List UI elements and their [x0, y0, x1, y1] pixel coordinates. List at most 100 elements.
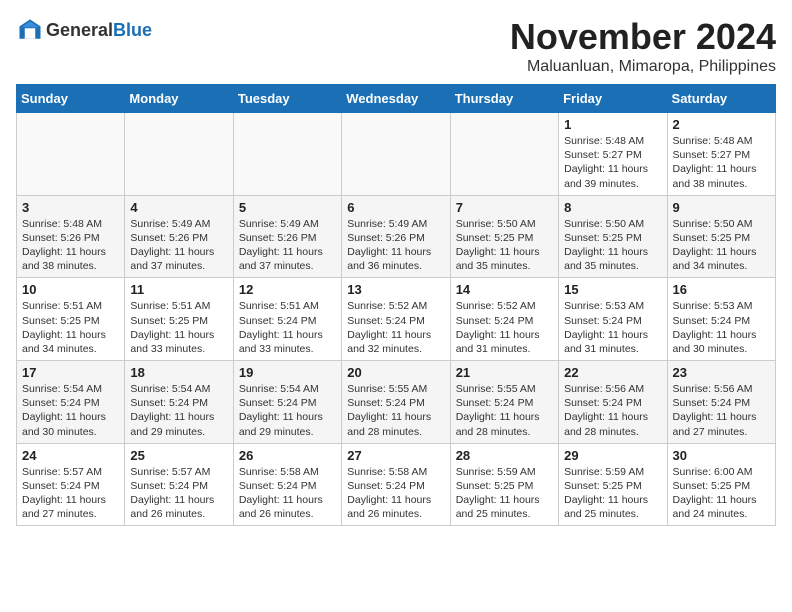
- day-info: Sunrise: 5:55 AM Sunset: 5:24 PM Dayligh…: [456, 382, 553, 439]
- calendar-week-row: 24 Sunrise: 5:57 AM Sunset: 5:24 PM Dayli…: [17, 443, 776, 526]
- logo: GeneralBlue: [16, 16, 152, 44]
- table-row: 16Sunrise: 5:53 AM Sunset: 5:24 PM Dayli…: [667, 278, 775, 361]
- day-info: Sunrise: 5:51 AM Sunset: 5:25 PM Dayligh…: [130, 299, 227, 356]
- table-row: 13 Sunrise: 5:52 AM Sunset: 5:24 PM Dayli…: [342, 278, 450, 361]
- table-row: [125, 113, 233, 196]
- table-row: 15 Sunrise: 5:53 AM Sunset: 5:24 PM Dayli…: [559, 278, 667, 361]
- day-info: Sunrise: 5:49 AM Sunset: 5:26 PM Dayligh…: [239, 217, 336, 274]
- day-number: 17: [22, 365, 119, 380]
- day-info: Sunrise: 5:51 AM Sunset: 5:24 PM Dayligh…: [239, 299, 336, 356]
- day-info: Sunrise: 5:56 AM Sunset: 5:24 PM Dayligh…: [564, 382, 661, 439]
- day-info: Sunrise: 5:50 AM Sunset: 5:25 PM Dayligh…: [673, 217, 770, 274]
- table-row: 23Sunrise: 5:56 AM Sunset: 5:24 PM Dayli…: [667, 361, 775, 444]
- calendar-table: Sunday Monday Tuesday Wednesday Thursday…: [16, 84, 776, 526]
- day-number: 20: [347, 365, 444, 380]
- day-number: 24: [22, 448, 119, 463]
- day-info: Sunrise: 5:52 AM Sunset: 5:24 PM Dayligh…: [347, 299, 444, 356]
- day-number: 2: [673, 117, 770, 132]
- day-info: Sunrise: 5:49 AM Sunset: 5:26 PM Dayligh…: [130, 217, 227, 274]
- day-info: Sunrise: 5:57 AM Sunset: 5:24 PM Dayligh…: [22, 465, 119, 522]
- table-row: 30 Sunrise: 6:00 AM Sunset: 5:25 PM Dayli…: [667, 443, 775, 526]
- table-row: 22 Sunrise: 5:56 AM Sunset: 5:24 PM Dayli…: [559, 361, 667, 444]
- table-row: 11 Sunrise: 5:51 AM Sunset: 5:25 PM Dayli…: [125, 278, 233, 361]
- day-info: Sunrise: 5:58 AM Sunset: 5:24 PM Dayligh…: [239, 465, 336, 522]
- table-row: 8 Sunrise: 5:50 AM Sunset: 5:25 PM Daylig…: [559, 195, 667, 278]
- day-number: 14: [456, 282, 553, 297]
- table-row: 18 Sunrise: 5:54 AM Sunset: 5:24 PM Dayli…: [125, 361, 233, 444]
- day-info: Sunrise: 5:48 AM Sunset: 5:26 PM Dayligh…: [22, 217, 119, 274]
- day-info: Sunrise: 5:53 AM Sunset: 5:24 PM Dayligh…: [673, 299, 770, 356]
- calendar-week-row: 10Sunrise: 5:51 AM Sunset: 5:25 PM Dayli…: [17, 278, 776, 361]
- table-row: 27 Sunrise: 5:58 AM Sunset: 5:24 PM Dayli…: [342, 443, 450, 526]
- day-info: Sunrise: 5:57 AM Sunset: 5:24 PM Dayligh…: [130, 465, 227, 522]
- table-row: 12Sunrise: 5:51 AM Sunset: 5:24 PM Dayli…: [233, 278, 341, 361]
- day-number: 27: [347, 448, 444, 463]
- day-info: Sunrise: 5:54 AM Sunset: 5:24 PM Dayligh…: [22, 382, 119, 439]
- day-number: 22: [564, 365, 661, 380]
- day-number: 28: [456, 448, 553, 463]
- table-row: [233, 113, 341, 196]
- col-monday: Monday: [125, 85, 233, 113]
- col-saturday: Saturday: [667, 85, 775, 113]
- day-info: Sunrise: 5:58 AM Sunset: 5:24 PM Dayligh…: [347, 465, 444, 522]
- day-number: 15: [564, 282, 661, 297]
- table-row: 10Sunrise: 5:51 AM Sunset: 5:25 PM Dayli…: [17, 278, 125, 361]
- day-number: 6: [347, 200, 444, 215]
- day-number: 9: [673, 200, 770, 215]
- day-number: 18: [130, 365, 227, 380]
- day-number: 1: [564, 117, 661, 132]
- logo-general: General: [46, 20, 113, 40]
- day-number: 19: [239, 365, 336, 380]
- table-row: 29 Sunrise: 5:59 AM Sunset: 5:25 PM Dayli…: [559, 443, 667, 526]
- table-row: 4 Sunrise: 5:49 AM Sunset: 5:26 PM Daylig…: [125, 195, 233, 278]
- calendar-header-row: Sunday Monday Tuesday Wednesday Thursday…: [17, 85, 776, 113]
- day-number: 5: [239, 200, 336, 215]
- table-row: 20Sunrise: 5:55 AM Sunset: 5:24 PM Dayli…: [342, 361, 450, 444]
- day-number: 8: [564, 200, 661, 215]
- day-number: 29: [564, 448, 661, 463]
- table-row: 26 Sunrise: 5:58 AM Sunset: 5:24 PM Dayli…: [233, 443, 341, 526]
- day-number: 3: [22, 200, 119, 215]
- calendar-week-row: 3 Sunrise: 5:48 AM Sunset: 5:26 PM Daylig…: [17, 195, 776, 278]
- calendar-week-row: 17 Sunrise: 5:54 AM Sunset: 5:24 PM Dayli…: [17, 361, 776, 444]
- title-block: November 2024 Maluanluan, Mimaropa, Phil…: [510, 16, 776, 76]
- table-row: 7Sunrise: 5:50 AM Sunset: 5:25 PM Daylig…: [450, 195, 558, 278]
- location-subtitle: Maluanluan, Mimaropa, Philippines: [510, 58, 776, 76]
- day-info: Sunrise: 5:53 AM Sunset: 5:24 PM Dayligh…: [564, 299, 661, 356]
- day-number: 13: [347, 282, 444, 297]
- day-number: 30: [673, 448, 770, 463]
- table-row: 2 Sunrise: 5:48 AM Sunset: 5:27 PM Daylig…: [667, 113, 775, 196]
- day-number: 26: [239, 448, 336, 463]
- day-info: Sunrise: 5:50 AM Sunset: 5:25 PM Dayligh…: [564, 217, 661, 274]
- day-info: Sunrise: 5:59 AM Sunset: 5:25 PM Dayligh…: [564, 465, 661, 522]
- col-tuesday: Tuesday: [233, 85, 341, 113]
- table-row: 9 Sunrise: 5:50 AM Sunset: 5:25 PM Daylig…: [667, 195, 775, 278]
- page-header: GeneralBlue November 2024 Maluanluan, Mi…: [16, 16, 776, 76]
- month-year-title: November 2024: [510, 16, 776, 58]
- col-friday: Friday: [559, 85, 667, 113]
- table-row: 28 Sunrise: 5:59 AM Sunset: 5:25 PM Dayli…: [450, 443, 558, 526]
- col-sunday: Sunday: [17, 85, 125, 113]
- table-row: 6 Sunrise: 5:49 AM Sunset: 5:26 PM Daylig…: [342, 195, 450, 278]
- logo-blue: Blue: [113, 20, 152, 40]
- table-row: 21 Sunrise: 5:55 AM Sunset: 5:24 PM Dayli…: [450, 361, 558, 444]
- day-info: Sunrise: 5:59 AM Sunset: 5:25 PM Dayligh…: [456, 465, 553, 522]
- day-info: Sunrise: 6:00 AM Sunset: 5:25 PM Dayligh…: [673, 465, 770, 522]
- table-row: 25Sunrise: 5:57 AM Sunset: 5:24 PM Dayli…: [125, 443, 233, 526]
- table-row: 14Sunrise: 5:52 AM Sunset: 5:24 PM Dayli…: [450, 278, 558, 361]
- day-info: Sunrise: 5:54 AM Sunset: 5:24 PM Dayligh…: [239, 382, 336, 439]
- table-row: [17, 113, 125, 196]
- day-info: Sunrise: 5:49 AM Sunset: 5:26 PM Dayligh…: [347, 217, 444, 274]
- day-info: Sunrise: 5:54 AM Sunset: 5:24 PM Dayligh…: [130, 382, 227, 439]
- day-number: 11: [130, 282, 227, 297]
- calendar-week-row: 1 Sunrise: 5:48 AM Sunset: 5:27 PM Daylig…: [17, 113, 776, 196]
- day-info: Sunrise: 5:51 AM Sunset: 5:25 PM Dayligh…: [22, 299, 119, 356]
- day-info: Sunrise: 5:48 AM Sunset: 5:27 PM Dayligh…: [673, 134, 770, 191]
- day-number: 21: [456, 365, 553, 380]
- day-number: 4: [130, 200, 227, 215]
- day-info: Sunrise: 5:56 AM Sunset: 5:24 PM Dayligh…: [673, 382, 770, 439]
- table-row: 3 Sunrise: 5:48 AM Sunset: 5:26 PM Daylig…: [17, 195, 125, 278]
- table-row: [450, 113, 558, 196]
- logo-icon: [16, 16, 44, 44]
- day-number: 7: [456, 200, 553, 215]
